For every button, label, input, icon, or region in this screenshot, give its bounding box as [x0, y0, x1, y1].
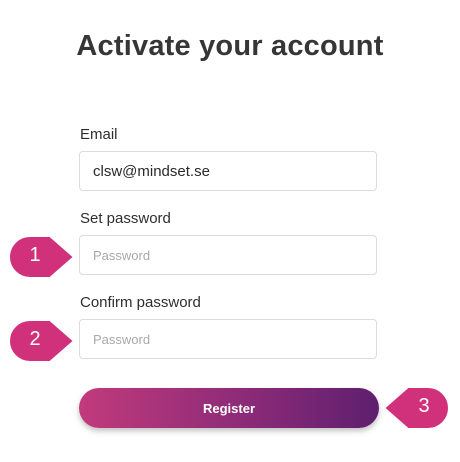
callout-number: 3	[418, 395, 430, 417]
email-label: Email	[80, 126, 118, 143]
callout-number: 2	[29, 328, 41, 350]
callout-marker-1: 1	[10, 234, 76, 280]
set-password-label: Set password	[80, 210, 171, 227]
callout-number: 1	[29, 244, 41, 266]
confirm-password-label: Confirm password	[80, 294, 201, 311]
confirm-password-field[interactable]	[79, 319, 377, 359]
register-button[interactable]: Register	[79, 388, 379, 428]
set-password-field[interactable]	[79, 235, 377, 275]
email-field[interactable]	[79, 151, 377, 191]
page-title: Activate your account	[76, 30, 384, 62]
callout-marker-2: 2	[10, 318, 76, 364]
callout-marker-3: 3	[382, 385, 448, 431]
